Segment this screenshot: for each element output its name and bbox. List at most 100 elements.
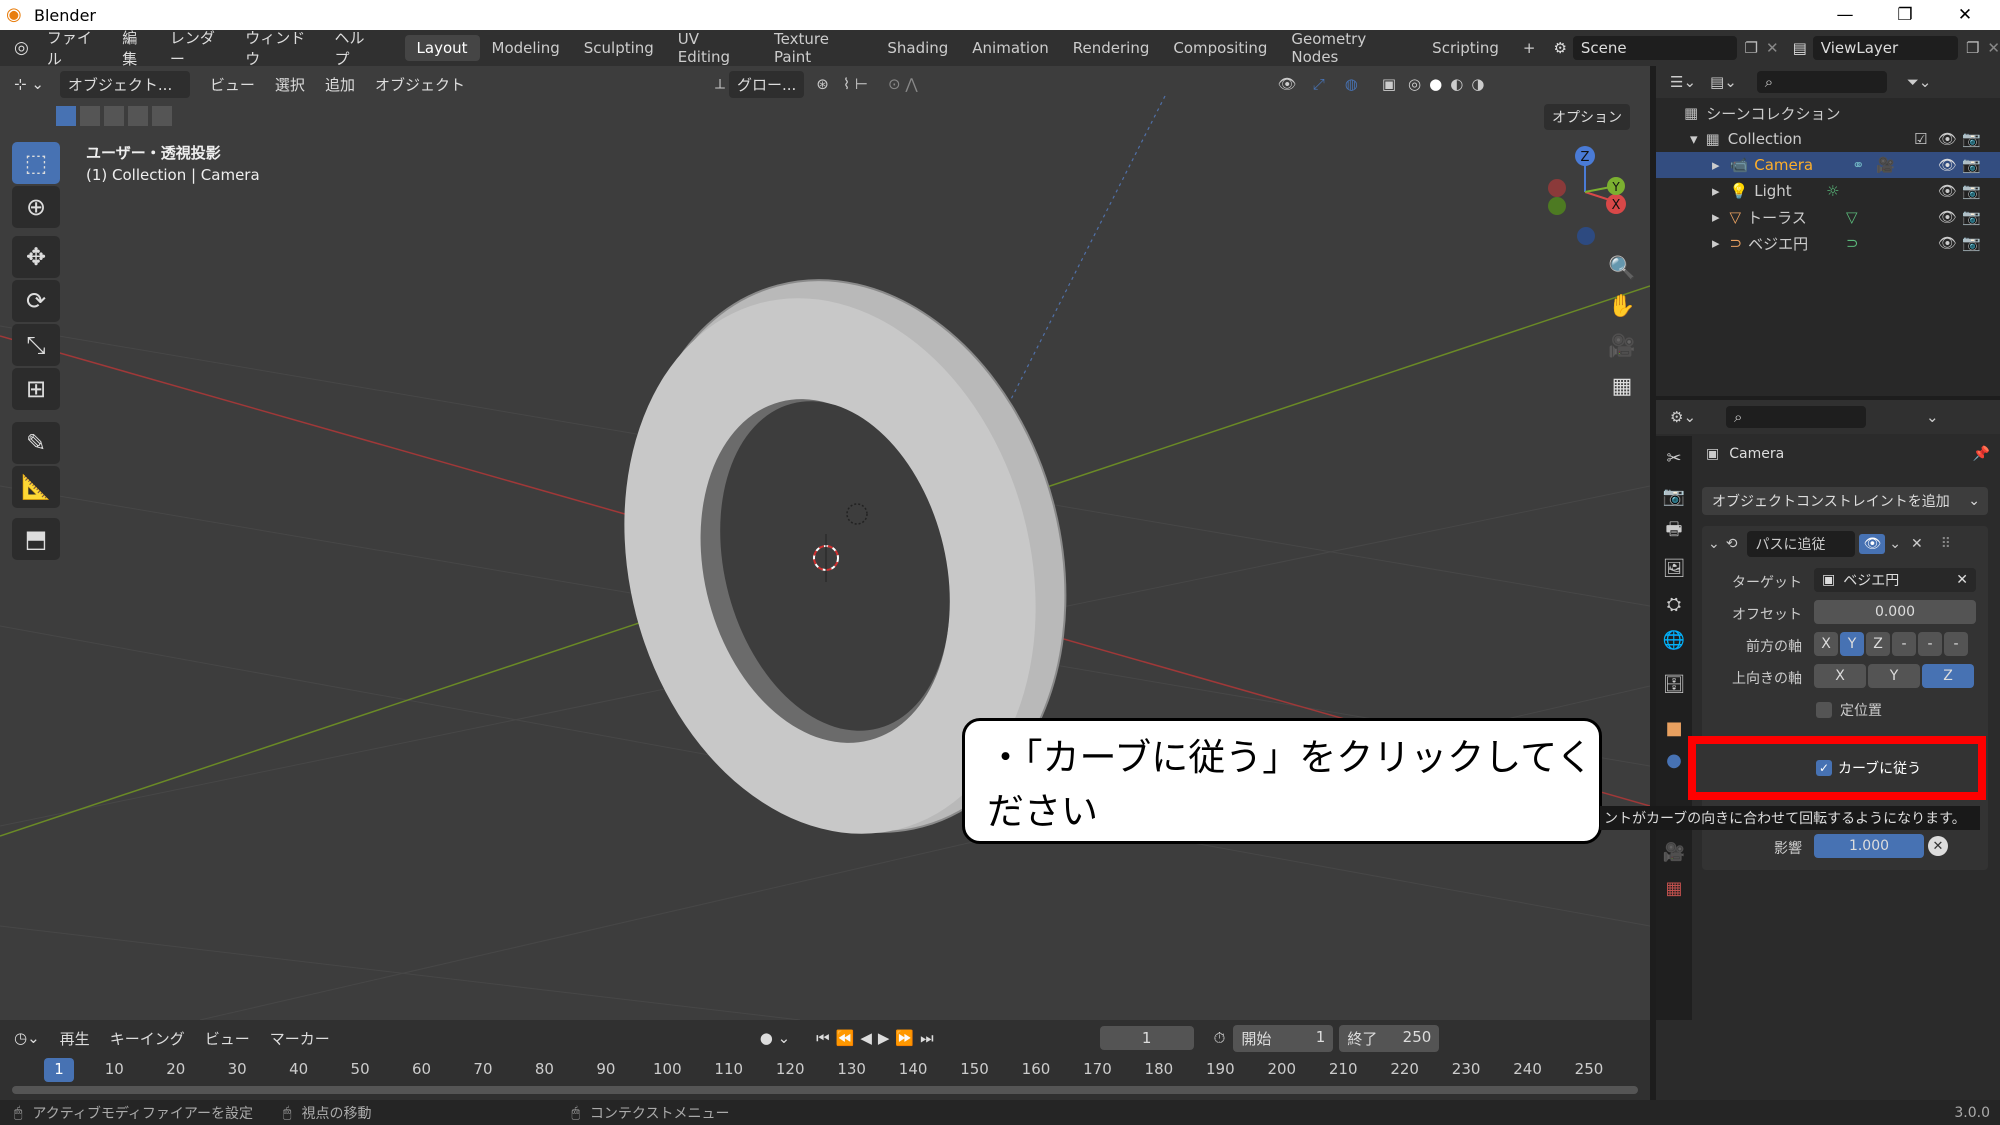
forward-neg-x-button[interactable]: - <box>1892 632 1916 656</box>
menu-object[interactable]: オブジェクト <box>365 74 475 95</box>
select-intersect-icon[interactable] <box>152 106 172 126</box>
menu-playback[interactable]: 再生 <box>50 1028 100 1049</box>
data-tab-icon[interactable]: 🎥 <box>1656 836 1692 868</box>
fixed-position-row[interactable]: 定位置 <box>1816 696 1882 724</box>
tab-shading[interactable]: Shading <box>875 35 960 61</box>
timeline-editor-icon[interactable]: ◷⌄ <box>14 1029 40 1047</box>
outliner-item-camera[interactable]: ▸ 📹 Camera ⚭ 🎥 👁 📷 <box>1656 152 2000 178</box>
timeline-scrollbar[interactable] <box>12 1086 1638 1094</box>
close-button[interactable]: ✕ <box>1935 0 1995 30</box>
snap-icon[interactable]: ⌇ ⊢ <box>843 75 868 93</box>
render-camera-icon[interactable]: 📷 <box>1962 208 1981 226</box>
fixed-position-checkbox[interactable] <box>1816 702 1832 718</box>
move-tool[interactable]: ✥ <box>12 236 60 278</box>
forward-x-button[interactable]: X <box>1814 632 1838 656</box>
editor-type-icon[interactable]: ⊹ ⌄ <box>14 75 44 93</box>
mode-dropdown[interactable]: オブジェクト... <box>59 70 190 98</box>
outliner-search-input[interactable]: ⌕ <box>1756 71 1887 93</box>
output-tab-icon[interactable]: 🖶 <box>1656 516 1692 548</box>
tab-sculpting[interactable]: Sculpting <box>572 35 666 61</box>
menu-edit[interactable]: 編集 <box>112 27 160 69</box>
current-frame-field[interactable]: 1 <box>1099 1026 1194 1050</box>
pan-hand-icon[interactable]: ✋ <box>1604 288 1640 324</box>
menu-view[interactable]: ビュー <box>195 1028 260 1049</box>
view-layer-field[interactable]: ViewLayer <box>1812 36 1958 60</box>
measure-tool[interactable]: 📐 <box>12 466 60 508</box>
up-z-button[interactable]: Z <box>1922 664 1974 688</box>
forward-y-button[interactable]: Y <box>1840 632 1864 656</box>
menu-render[interactable]: レンダー <box>160 27 235 69</box>
render-camera-icon[interactable]: 📷 <box>1962 182 1981 200</box>
forward-z-button[interactable]: Z <box>1866 632 1890 656</box>
new-scene-icon[interactable]: ❐ <box>1745 39 1758 57</box>
scene-icon[interactable]: ⚙ <box>1553 39 1566 57</box>
follow-curve-row[interactable]: ✓ カーブに従う <box>1816 754 1921 782</box>
eye-icon[interactable]: 👁 <box>1938 182 1957 200</box>
tab-compositing[interactable]: Compositing <box>1161 35 1279 61</box>
cursor-tool[interactable]: ⊕ <box>12 186 60 228</box>
target-field[interactable]: ▣ ベジエ円 ✕ <box>1814 568 1976 592</box>
rendered-shading-icon[interactable]: ◑ <box>1471 75 1484 93</box>
select-subtract-icon[interactable] <box>104 106 124 126</box>
delete-view-layer-icon[interactable]: ✕ <box>1987 39 2000 57</box>
outliner-scene-collection[interactable]: ▦ シーンコレクション <box>1656 100 2000 126</box>
3d-viewport[interactable]: Z X Y ⊹ ⌄ オブジェクト... ビュー 選択 追加 オブジェクト ⟂ グ… <box>0 66 1650 1020</box>
world-tab-icon[interactable]: 🌐 <box>1656 624 1692 656</box>
tab-texture-paint[interactable]: Texture Paint <box>762 26 875 70</box>
camera-view-icon[interactable]: 🎥 <box>1604 328 1640 364</box>
overlay-toggle-icon[interactable]: ◍ <box>1345 75 1358 93</box>
object-tab-icon[interactable]: ■ <box>1656 712 1692 744</box>
view-layer-tab-icon[interactable]: 🖼 <box>1656 552 1692 584</box>
select-box-tool[interactable]: ⬚ <box>12 142 60 184</box>
rotate-tool[interactable]: ⟳ <box>12 280 60 322</box>
pin-icon[interactable]: 📌 <box>1973 446 1990 462</box>
forward-neg-z-button[interactable]: - <box>1944 632 1968 656</box>
chevron-down-icon[interactable]: ⌄ <box>1889 536 1901 552</box>
transform-orientation-dropdown[interactable]: グロー... <box>728 70 805 98</box>
view-layer-icon[interactable]: ▤ <box>1793 39 1807 57</box>
display-mode-icon[interactable]: ▤⌄ <box>1710 73 1737 91</box>
select-extend-icon[interactable] <box>80 106 100 126</box>
tab-rendering[interactable]: Rendering <box>1061 35 1162 61</box>
expand-arrow-icon[interactable]: ▸ <box>1712 182 1720 200</box>
render-tab-icon[interactable]: 📷 <box>1656 480 1692 512</box>
preview-range-icon[interactable]: ⏱ <box>1214 1029 1226 1047</box>
tab-layout[interactable]: Layout <box>404 35 480 61</box>
collection-tab-icon[interactable]: 🗄 <box>1656 668 1692 700</box>
constraint-name-field[interactable]: パスに追従 <box>1747 531 1856 557</box>
transform-tool[interactable]: ⊞ <box>12 368 60 410</box>
scene-field[interactable]: Scene <box>1572 36 1737 60</box>
add-workspace-icon[interactable]: + <box>1511 35 1548 61</box>
disable-keep-transform-icon[interactable]: ✕ <box>1928 836 1948 856</box>
select-new-icon[interactable] <box>56 106 76 126</box>
proportional-edit-icon[interactable]: ⊙ ⋀ <box>888 75 918 93</box>
material-shading-icon[interactable]: ◐ <box>1450 75 1463 93</box>
eye-icon[interactable]: 👁 <box>1938 130 1957 148</box>
render-camera-icon[interactable]: 📷 <box>1962 156 1981 174</box>
tab-uv-editing[interactable]: UV Editing <box>666 26 762 70</box>
expand-arrow-icon[interactable]: ▾ <box>1690 130 1698 148</box>
render-camera-icon[interactable]: 📷 <box>1962 234 1981 252</box>
influence-slider[interactable]: 1.000 <box>1814 834 1924 858</box>
perspective-toggle-icon[interactable]: ▦ <box>1604 368 1640 404</box>
pivot-icon[interactable]: ⊛ <box>816 75 829 93</box>
properties-search-input[interactable]: ⌕ <box>1726 406 1867 428</box>
tab-geometry-nodes[interactable]: Geometry Nodes <box>1279 26 1420 70</box>
forward-neg-y-button[interactable]: - <box>1918 632 1942 656</box>
gizmo-toggle-icon[interactable]: ⤢ <box>1313 75 1325 93</box>
solid-shading-icon[interactable]: ● <box>1429 75 1442 93</box>
scene-tab-icon[interactable]: ⛭ <box>1656 588 1692 620</box>
collapse-chevron-icon[interactable]: ⌄ <box>1708 536 1720 552</box>
add-cube-tool[interactable]: ⬒ <box>12 518 60 560</box>
expand-arrow-icon[interactable]: ▸ <box>1712 208 1720 226</box>
outliner-item-bezier[interactable]: ▸ ⊃ ベジエ円 ⊃ 👁 📷 <box>1656 230 2000 256</box>
up-y-button[interactable]: Y <box>1868 664 1920 688</box>
properties-editor-icon[interactable]: ⚙⌄ <box>1670 408 1696 426</box>
outliner-editor-icon[interactable]: ☰⌄ <box>1670 73 1696 91</box>
texture-tab-icon[interactable]: ▦ <box>1656 872 1692 904</box>
filter-icon[interactable]: ⏷⌄ <box>1907 73 1932 91</box>
tool-tab-icon[interactable]: ✂ <box>1656 442 1692 474</box>
render-camera-icon[interactable]: 📷 <box>1962 130 1981 148</box>
delete-scene-icon[interactable]: ✕ <box>1766 39 1779 57</box>
up-x-button[interactable]: X <box>1814 664 1866 688</box>
